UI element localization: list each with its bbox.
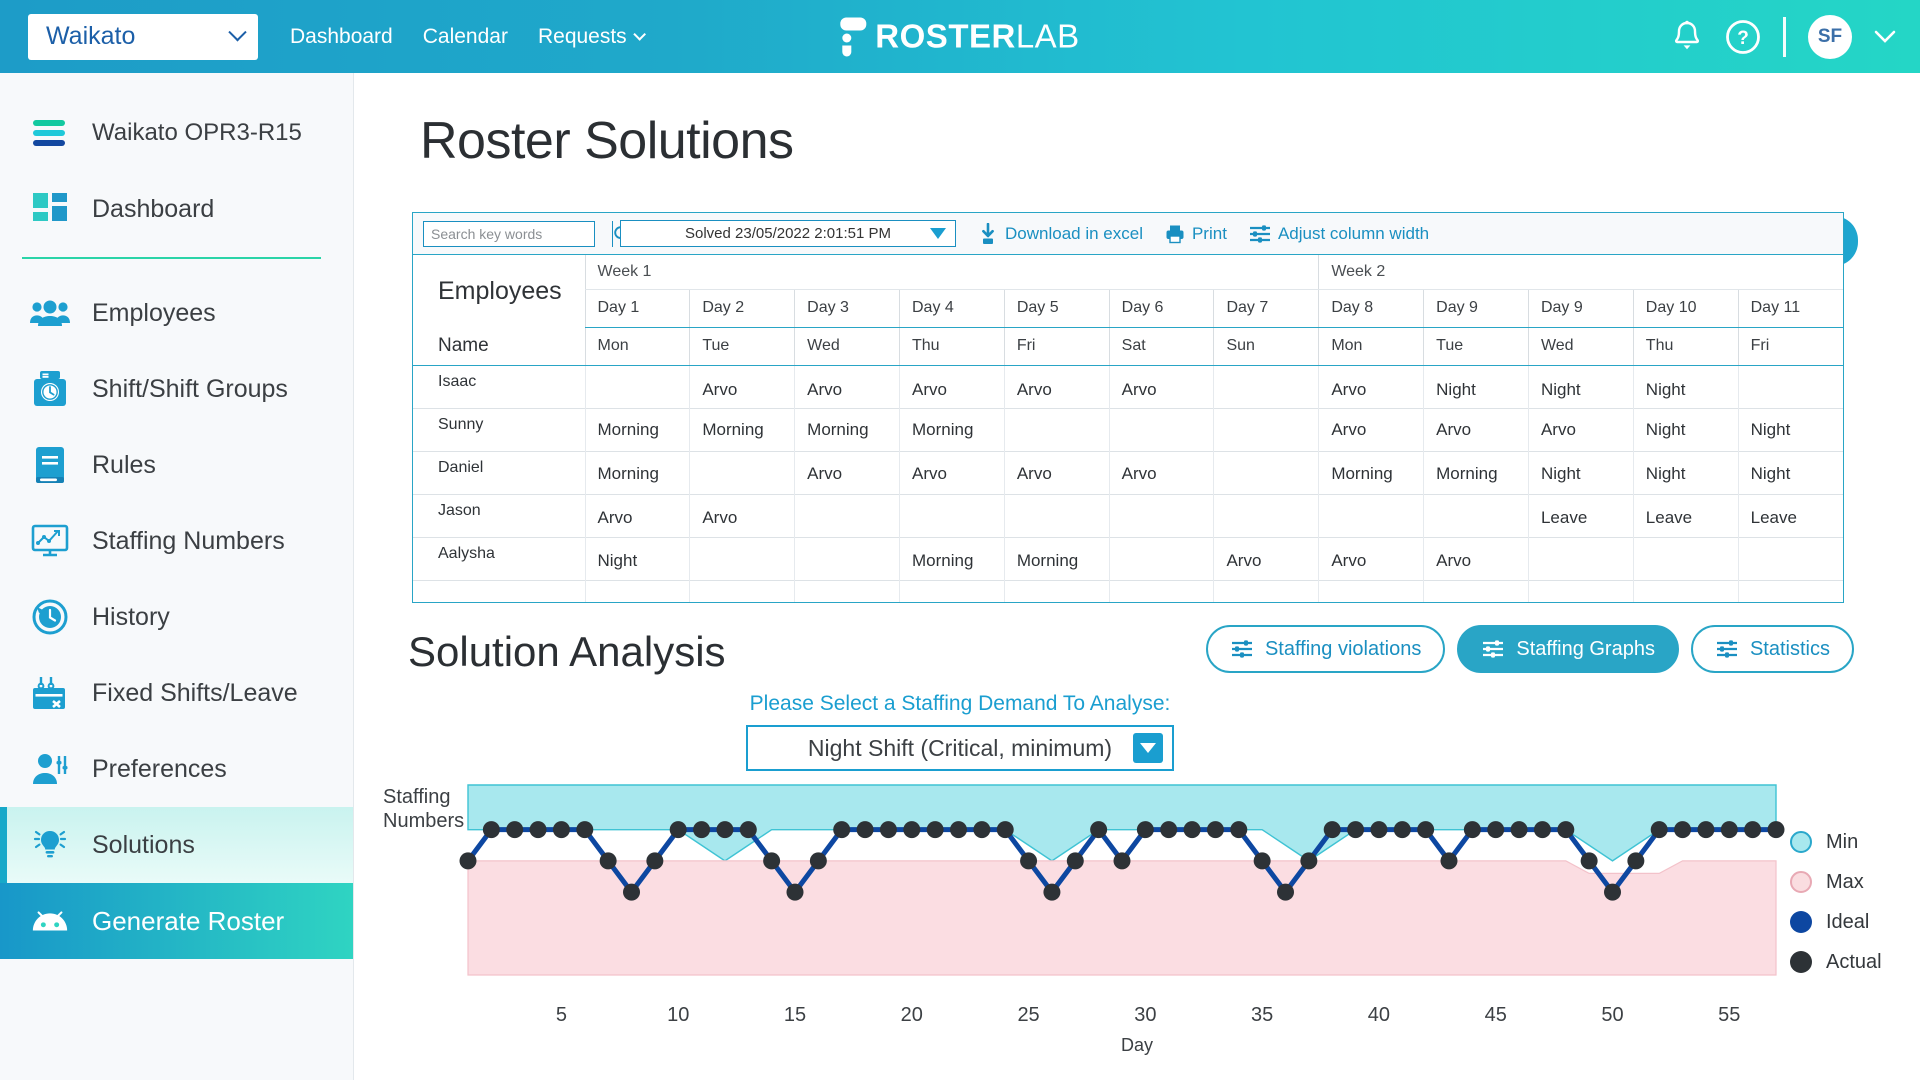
chart-actual-point [879, 821, 897, 839]
chart-actual-point [1417, 821, 1435, 839]
legend-item[interactable]: Max [1790, 862, 1882, 902]
legend-label: Ideal [1826, 910, 1870, 933]
chart-actual-point [1183, 821, 1201, 839]
chart-x-tick: 40 [1368, 1004, 1390, 1026]
chart-actual-point [996, 821, 1014, 839]
chart-actual-point [1533, 821, 1551, 839]
chart-actual-point [1160, 821, 1178, 839]
legend-item[interactable]: Min [1790, 822, 1882, 862]
chart-x-tick: 25 [1017, 1004, 1039, 1026]
chart-actual-point [1253, 852, 1271, 870]
chart-actual-point [973, 821, 991, 839]
chart-actual-point [1674, 821, 1692, 839]
legend-item[interactable]: Ideal [1790, 902, 1882, 942]
chart-actual-point [1557, 821, 1575, 839]
chart-x-tick: 45 [1485, 1004, 1507, 1026]
chart-x-tick: 55 [1718, 1004, 1740, 1026]
chart-actual-point [1510, 821, 1528, 839]
chart-actual-point [1323, 821, 1341, 839]
chart-actual-point [669, 821, 687, 839]
chart-x-tick: 35 [1251, 1004, 1273, 1026]
legend-item[interactable]: Actual [1790, 942, 1882, 982]
chart-actual-point [1720, 821, 1738, 839]
chart-actual-point [646, 852, 664, 870]
chart-max-area [467, 860, 1777, 976]
legend-swatch [1790, 831, 1812, 853]
legend-label: Max [1826, 870, 1864, 893]
chart-actual-point [1604, 883, 1621, 901]
legend-swatch [1790, 951, 1812, 973]
chart-actual-point [1627, 852, 1645, 870]
chart-actual-point [1300, 852, 1318, 870]
chart-legend: Min Max Ideal Actual [1790, 822, 1882, 982]
chart-actual-point [552, 821, 570, 839]
chart-actual-point [809, 852, 827, 870]
chart-actual-point [693, 821, 711, 839]
legend-swatch [1790, 871, 1812, 893]
chart-actual-point [833, 821, 851, 839]
chart-x-axis-label-text: Day [1120, 1035, 1153, 1055]
chart-actual-point [739, 821, 757, 839]
chart-actual-point [506, 821, 524, 839]
chart-actual-point [1347, 821, 1365, 839]
chart-actual-point [1230, 821, 1248, 839]
staffing-graph: 5 10 15 20 25 30 35 40 45 50 55 [459, 784, 1785, 1026]
chart-actual-point [856, 821, 874, 839]
chart-actual-point [1393, 821, 1411, 839]
chart-x-tick: 30 [1134, 1004, 1156, 1026]
chart-actual-point [1767, 821, 1785, 839]
chart-actual-point [1066, 852, 1084, 870]
chart-actual-point [1487, 821, 1505, 839]
chart-actual-point [1043, 883, 1061, 901]
chart-actual-point [903, 821, 921, 839]
chart-actual-point [1277, 883, 1294, 901]
chart-actual-point [1440, 852, 1458, 870]
chart-x-tick: 20 [901, 1004, 923, 1026]
chart-x-tick: 5 [556, 1004, 567, 1026]
chart-x-axis-label: Day [354, 1035, 1920, 1056]
chart-actual-point [1206, 821, 1224, 839]
chart-actual-point [1090, 821, 1108, 839]
chart-actual-point [1113, 852, 1131, 870]
chart-actual-point [1370, 821, 1388, 839]
chart-actual-point [1463, 821, 1481, 839]
chart-actual-point [529, 821, 547, 839]
chart-actual-point [786, 883, 804, 901]
chart-actual-point [716, 821, 734, 839]
chart-actual-point [599, 852, 617, 870]
legend-swatch [1790, 911, 1812, 933]
chart-actual-point [482, 821, 500, 839]
chart-x-tick: 15 [784, 1004, 806, 1026]
chart-actual-point [1136, 821, 1154, 839]
legend-label: Actual [1826, 950, 1882, 973]
chart-actual-point [1650, 821, 1668, 839]
chart-actual-point [1580, 852, 1598, 870]
chart-actual-point [926, 821, 944, 839]
chart-actual-point [576, 821, 594, 839]
chart-actual-point [1020, 852, 1038, 870]
chart-actual-point [1744, 821, 1762, 839]
legend-label: Min [1826, 830, 1859, 853]
chart-actual-point [950, 821, 967, 839]
chart-actual-point [459, 852, 477, 870]
chart-actual-point [1697, 821, 1715, 839]
chart-x-tick: 50 [1601, 1004, 1623, 1026]
chart-actual-point [623, 883, 640, 901]
chart-actual-point [763, 852, 781, 870]
chart-x-tick: 10 [667, 1004, 689, 1026]
